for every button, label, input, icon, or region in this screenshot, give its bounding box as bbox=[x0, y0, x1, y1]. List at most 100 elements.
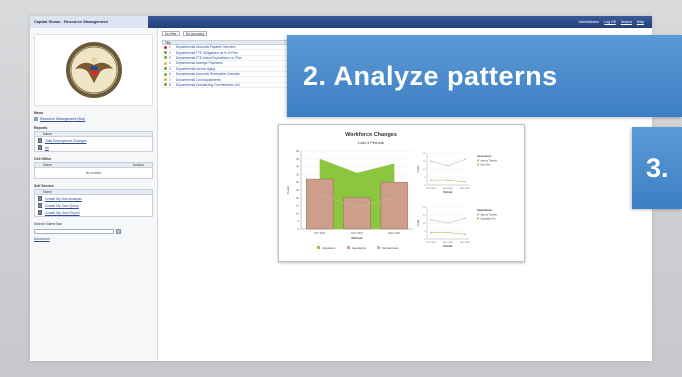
y-tick-label: 5 bbox=[298, 219, 300, 223]
step-2-text: 2. Analyze patterns bbox=[303, 60, 558, 91]
data-point bbox=[464, 158, 466, 161]
self-service-label: Self Service bbox=[34, 184, 54, 188]
report-icon bbox=[38, 138, 42, 143]
legend-label: New Hire bbox=[481, 163, 491, 166]
legend-label: Accessions bbox=[322, 246, 336, 250]
y-tick-label: 5 bbox=[424, 231, 426, 233]
row-title: Departmental Cost Adjustments bbox=[176, 77, 221, 82]
x-axis-label: Periods bbox=[351, 236, 362, 240]
kpi-grid: Title 1 Departmental Accounts Payable Ove… bbox=[162, 40, 290, 89]
row-rank: 6 bbox=[169, 72, 171, 77]
cell-office-box: Name Actions No entries bbox=[34, 162, 153, 179]
self-service-label-item: Create My Own Report bbox=[45, 210, 80, 215]
row-rank: 7 bbox=[169, 77, 171, 82]
status-dot-icon bbox=[164, 72, 167, 76]
y-tick-label: 5 bbox=[424, 177, 426, 179]
filter-select[interactable]: No filter bbox=[162, 31, 180, 36]
eagle-seal-icon bbox=[65, 42, 122, 98]
x-tick-label: NOV 2007 bbox=[443, 242, 454, 244]
y-axis-label: Count bbox=[286, 186, 290, 194]
step-3-text: 3. bbox=[646, 152, 669, 183]
x-tick-label: NOV 2007 bbox=[351, 231, 364, 235]
data-point bbox=[464, 217, 466, 219]
cell-col-actions: Actions bbox=[132, 163, 144, 167]
y-tick-label: 0 bbox=[298, 227, 300, 231]
data-point bbox=[430, 179, 432, 181]
row-title: Departmental Average Payments bbox=[176, 61, 223, 66]
x-tick-label: OCT 2007 bbox=[426, 188, 437, 190]
x-tick-label: OCT 2007 bbox=[426, 242, 437, 244]
step-2-callout: 2. Analyze patterns bbox=[287, 35, 682, 117]
y-tick-label: 15 bbox=[423, 161, 426, 163]
row-title: Departmental FTE Actual Expenditure vs. … bbox=[176, 55, 242, 60]
search-input[interactable] bbox=[34, 229, 114, 234]
help-link[interactable]: Help bbox=[637, 20, 644, 24]
legend-swatch bbox=[377, 246, 380, 249]
workforce-chart-panel: Workforce Changes Last 3 Periods 0 5 10 15 2… bbox=[278, 124, 525, 262]
legend-title: Separations bbox=[477, 208, 492, 212]
row-rank: 8 bbox=[169, 82, 171, 87]
accessions-bar bbox=[380, 181, 409, 230]
row-rank: 2 bbox=[169, 50, 171, 55]
self-service-box: Name Create My Own Analysis Create My Ow… bbox=[34, 189, 153, 217]
search-button[interactable] bbox=[116, 229, 121, 234]
logoff-link[interactable]: Log Off bbox=[604, 20, 615, 24]
report-item[interactable]: Total Employment Changes bbox=[35, 137, 152, 144]
row-title: Departmental Accounts Payable Overview bbox=[176, 45, 236, 50]
accessions-chart-group: 0 5 10 15 20 OCT 2007 NOV 2007 DEC 2007 Periods C… bbox=[417, 152, 498, 194]
advanced-link[interactable]: Advanced bbox=[34, 237, 153, 241]
search-link[interactable]: Search bbox=[621, 20, 632, 24]
status-dot-icon bbox=[164, 45, 167, 49]
reports-box: Name Total Employment Changes All bbox=[34, 131, 153, 152]
workforce-chart-svg: Workforce Changes Last 3 Periods 0 5 10 15 2… bbox=[286, 132, 498, 250]
resource-management-label: Resource Management (Bar) bbox=[40, 117, 86, 121]
main-chart-group: 0 5 10 15 20 25 30 35 40 45 50 OCT 2007 NOV 2007 DEC … bbox=[286, 149, 413, 250]
grid-header-title: Title bbox=[165, 40, 171, 45]
row-rank: 3 bbox=[169, 55, 171, 60]
menu-label: Menu bbox=[34, 111, 44, 115]
chart-title: Workforce Changes bbox=[345, 132, 397, 138]
advanced-label: Advanced bbox=[34, 237, 50, 241]
cell-office-label: Cell Office bbox=[34, 157, 52, 161]
self-service-item[interactable]: Create My Own Report bbox=[35, 209, 152, 216]
self-service-item[interactable]: Create My Own Query bbox=[35, 202, 152, 209]
self-service-item[interactable]: Create My Own Analysis bbox=[35, 195, 152, 202]
y-tick-label: 25 bbox=[296, 188, 299, 192]
accessions-bar bbox=[343, 197, 371, 230]
legend-label: Agency Transfer bbox=[481, 213, 498, 216]
doc-icon bbox=[38, 203, 42, 208]
report-label: All bbox=[45, 145, 49, 150]
y-tick-label: 35 bbox=[296, 172, 299, 176]
x-axis-label: Periods bbox=[443, 191, 453, 194]
chart-subtitle: Last 3 Periods bbox=[358, 140, 384, 145]
y-tick-label: 40 bbox=[296, 165, 299, 169]
y-tick-label: 20 bbox=[423, 207, 426, 209]
row-rank: 5 bbox=[169, 66, 171, 71]
status-dot-icon bbox=[164, 67, 167, 71]
legend-swatch bbox=[477, 217, 479, 220]
legend-swatch bbox=[317, 246, 320, 249]
legend-label: Agency Transfer bbox=[481, 159, 498, 162]
sidebar: Menu Resource Management (Bar) Reports N… bbox=[30, 28, 158, 361]
row-title: Departmental FTE Obligations as % of Pla… bbox=[176, 50, 238, 55]
y-axis-label: Count bbox=[417, 219, 420, 226]
status-dot-icon bbox=[164, 83, 167, 87]
legend-title: Accessions bbox=[477, 154, 492, 158]
resource-management-link[interactable]: Resource Management (Bar) bbox=[34, 117, 153, 121]
search-label: Search Name Bar bbox=[34, 222, 62, 226]
grouping-select[interactable]: No grouping bbox=[182, 31, 208, 36]
y-tick-label: 45 bbox=[296, 157, 299, 161]
data-point bbox=[430, 160, 432, 162]
self-service-label-item: Create My Own Analysis bbox=[45, 196, 82, 201]
grid-rows: 1 Departmental Accounts Payable Overview 2… bbox=[162, 45, 290, 89]
x-tick-label: OCT 2007 bbox=[314, 231, 326, 235]
top-bar: Capital Steam - Resource Management Admi… bbox=[30, 16, 652, 28]
series-line bbox=[430, 159, 466, 167]
table-row[interactable]: 8 Departmental Outstanding Commitments Li… bbox=[162, 82, 290, 89]
report-item[interactable]: All bbox=[35, 144, 152, 151]
y-tick-label: 20 bbox=[296, 196, 299, 200]
data-point bbox=[447, 165, 449, 167]
top-bar-right: Administrator Log Off Search Help bbox=[579, 20, 652, 24]
data-point bbox=[447, 179, 449, 181]
legend-swatch bbox=[477, 213, 479, 216]
